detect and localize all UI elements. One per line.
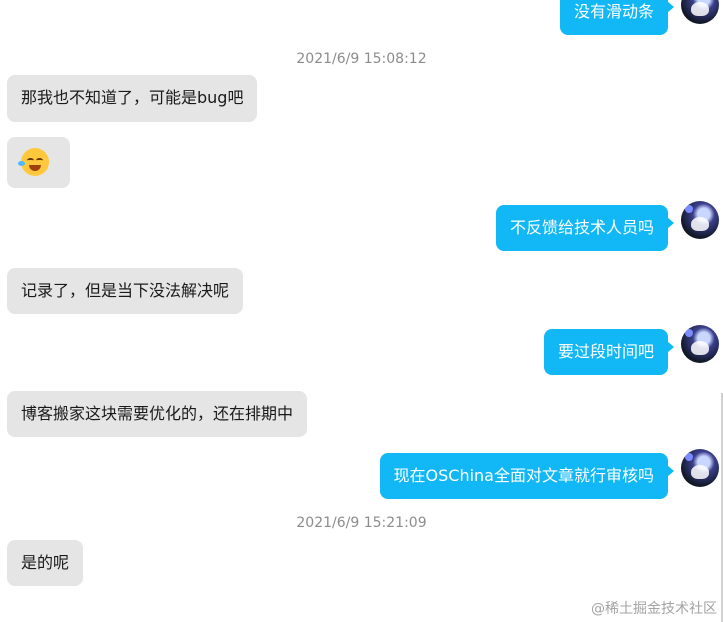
message-bubble-incoming: 博客搬家这块需要优化的，还在排期中 [7,391,308,437]
watermark: @稀土掘金技术社区 [591,601,717,617]
laughing-crying-face-icon [18,148,49,176]
avatar[interactable] [681,0,719,24]
timestamp: 2021/6/9 15:21:09 [296,515,427,531]
message-bubble-incoming: 那我也不知道了，可能是bug吧 [7,75,258,122]
timestamp: 2021/6/9 15:08:12 [296,51,427,67]
message-bubble-outgoing: 要过段时间吧 [543,329,675,375]
message-bubble-outgoing: 没有滑动条 [559,0,675,35]
avatar[interactable] [681,449,719,487]
message-bubble-incoming: 记录了，但是当下没法解决呢 [7,268,244,314]
message-bubble-incoming [7,137,70,188]
message-bubble-outgoing: 不反馈给技术人员吗 [495,205,675,251]
message-bubble-outgoing: 现在OSChina全面对文章就行审核吗 [379,453,675,499]
message-bubble-incoming: 是的呢 [7,540,84,586]
avatar[interactable] [681,201,719,239]
avatar[interactable] [681,325,719,363]
